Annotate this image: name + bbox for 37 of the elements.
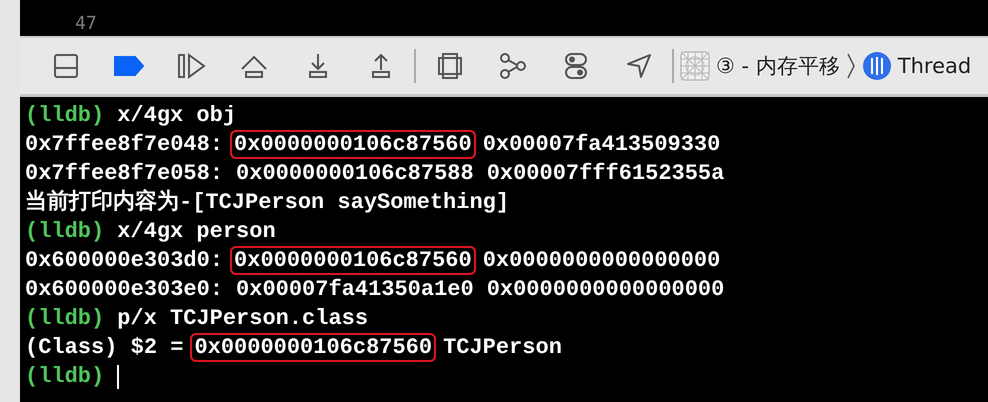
output-text: 0x7ffee8f7e058:	[25, 161, 224, 186]
output-text: 0x0000000000000000	[482, 248, 720, 273]
command-text: x/4gx obj	[117, 103, 236, 128]
chevron-icon	[846, 53, 856, 79]
lldb-prompt: (lldb)	[25, 364, 104, 389]
step-over-icon	[240, 53, 270, 79]
lldb-prompt: (lldb)	[25, 103, 104, 128]
lldb-prompt: (lldb)	[25, 219, 104, 244]
command-text: x/4gx person	[117, 219, 276, 244]
output-text: 0x00007fa413509330	[482, 132, 720, 157]
scheme-breadcrumb[interactable]: ③ - 内存平移	[676, 51, 844, 81]
breakpoint-icon	[114, 56, 144, 76]
toggle-icon	[564, 52, 588, 80]
output-text: 0x0000000106c87588	[236, 161, 474, 186]
output-text: 0x7ffee8f7e048:	[25, 132, 224, 157]
output-text: 0x600000e303e0:	[25, 277, 224, 302]
continue-icon	[176, 53, 206, 79]
thread-breadcrumb[interactable]: Thread	[858, 51, 976, 81]
graph-icon	[498, 52, 526, 80]
panel-icon	[52, 53, 78, 79]
highlighted-address: 0x0000000106c87560	[190, 333, 436, 362]
output-text: 0x0000000000000000	[486, 277, 724, 302]
highlighted-address: 0x0000000106c87560	[230, 130, 476, 159]
output-text: (Class) $2 =	[25, 335, 184, 360]
app-icon	[680, 51, 710, 81]
output-text: 0x600000e303d0:	[25, 248, 224, 273]
location-arrow-icon	[626, 53, 652, 79]
highlighted-address: 0x0000000106c87560	[230, 246, 476, 275]
lldb-prompt: (lldb)	[25, 306, 104, 331]
output-text: 0x00007fff6152355a	[486, 161, 724, 186]
command-text: p/x TCJPerson.class	[117, 306, 368, 331]
output-text: TCJPerson	[443, 335, 562, 360]
output-text: 当前打印内容为-[TCJPerson saySomething]	[25, 190, 510, 215]
thread-icon	[862, 51, 892, 81]
line-number: 47	[75, 12, 97, 36]
output-text: 0x00007fa41350a1e0	[236, 277, 474, 302]
view-hierarchy-icon	[436, 52, 462, 80]
